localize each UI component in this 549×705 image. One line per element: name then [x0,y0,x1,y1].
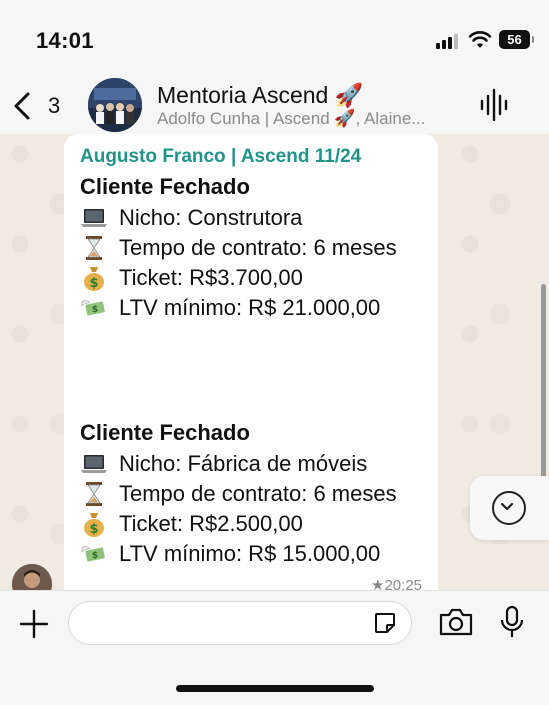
contract-text: Tempo de contrato: 6 meses [119,235,397,260]
ltv-text: LTV mínimo: R$ 21.000,00 [119,295,381,320]
composer-bar [0,590,549,705]
laptop-icon [80,450,108,478]
message-line: Tempo de contrato: 6 meses [80,480,397,508]
chat-header: 3 Mentoria Ascend 🚀 Adolfo Cunha | Ascen… [0,78,549,134]
svg-text:$: $ [92,305,98,315]
money-with-wings-icon: $ [80,294,108,322]
niche-text: Nicho: Fábrica de móveis [119,451,368,476]
contract-text: Tempo de contrato: 6 meses [119,481,397,506]
unread-count: 3 [48,93,61,118]
money-bag-icon: $ [80,264,108,292]
back-button[interactable]: 3 [12,88,72,124]
hourglass-icon [80,234,108,262]
money-with-wings-icon: $ [80,540,108,568]
message-heading: Cliente Fechado [80,420,250,445]
status-bar: 14:01 56 [0,0,549,78]
chevron-left-icon [14,92,30,120]
message-line: $ Ticket: R$3.700,00 [80,264,303,292]
svg-text:$: $ [92,551,98,561]
message-line: Nicho: Construtora [80,204,302,232]
message-input[interactable] [68,601,412,645]
chevron-down-icon [492,491,526,525]
sticker-icon[interactable] [373,611,397,635]
ticket-text: Ticket: R$2.500,00 [119,511,303,536]
svg-text:$: $ [89,276,98,291]
ticket-text: Ticket: R$3.700,00 [119,265,303,290]
message-sender[interactable]: Augusto Franco | Ascend 11/24 [80,146,361,168]
message-bubble[interactable]: Augusto Franco | Ascend 11/24 Cliente Fe… [64,134,438,590]
message-line: $ LTV mínimo: R$ 15.000,00 [80,540,380,568]
niche-text: Nicho: Construtora [119,205,303,230]
message-line: Tempo de contrato: 6 meses [80,234,397,262]
chat-title[interactable]: Mentoria Ascend 🚀 [157,82,363,109]
battery-icon: 56 [499,30,534,49]
scroll-to-bottom-button[interactable] [470,476,549,540]
cellular-signal-icon [436,33,462,49]
chat-area[interactable]: Augusto Franco | Ascend 11/24 Cliente Fe… [0,134,549,590]
message-heading: Cliente Fechado [80,174,250,199]
camera-icon[interactable] [438,607,474,637]
message-line: Nicho: Fábrica de móveis [80,450,367,478]
message-timestamp: ★20:25 [371,577,422,590]
voice-chat-icon[interactable] [480,88,508,122]
wifi-icon [468,31,492,48]
svg-text:$: $ [89,522,98,537]
microphone-icon[interactable] [500,605,524,639]
chat-subtitle[interactable]: Adolfo Cunha | Ascend 🚀, Alaine... [157,109,457,129]
laptop-icon [80,204,108,232]
hourglass-icon [80,480,108,508]
sender-avatar[interactable] [12,564,52,590]
plus-icon[interactable] [18,608,50,640]
home-indicator[interactable] [176,685,374,692]
group-avatar[interactable] [88,78,142,132]
status-time: 14:01 [36,28,94,53]
message-line: $ Ticket: R$2.500,00 [80,510,303,538]
money-bag-icon: $ [80,510,108,538]
message-line: $ LTV mínimo: R$ 21.000,00 [80,294,380,322]
ltv-text: LTV mínimo: R$ 15.000,00 [119,541,381,566]
